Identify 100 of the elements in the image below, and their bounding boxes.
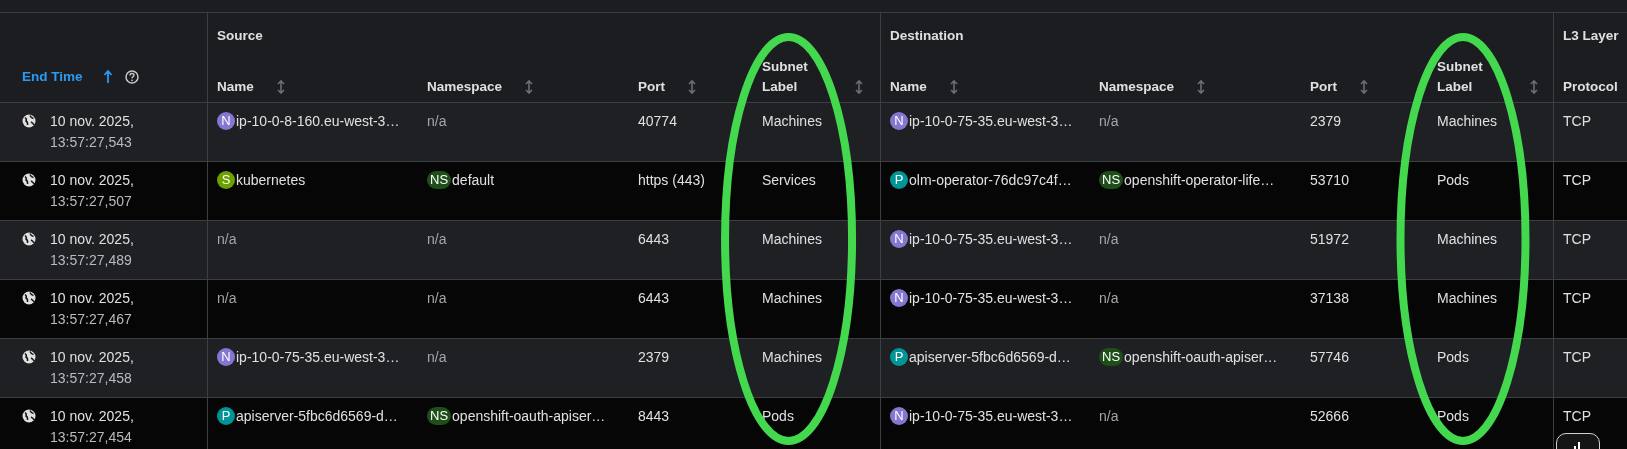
resource-link[interactable]: ip-10-0-8-160.eu-west-3… <box>236 111 400 132</box>
table-cell-text: n/a <box>427 289 447 308</box>
date-text: 10 nov. 2025, <box>50 348 134 367</box>
table-cell-text: n/a <box>1099 407 1119 426</box>
time-text: 13:57:27,467 <box>50 310 133 329</box>
resource-badge: NS <box>427 407 452 425</box>
table-cell-text: Machines <box>1437 289 1497 308</box>
column-header[interactable]: Name <box>890 77 959 97</box>
time-text: 13:57:27,543 <box>50 133 133 152</box>
resource-badge: N <box>217 348 235 366</box>
date-text: 10 nov. 2025, <box>50 289 134 308</box>
group-header: L3 Layer <box>1563 27 1619 43</box>
date-text: 10 nov. 2025, <box>50 407 134 426</box>
table-cell-text: n/a <box>427 348 447 367</box>
table-cell-text: TCP <box>1563 348 1591 367</box>
resource-badge: S <box>217 171 235 189</box>
column-header[interactable]: Port <box>638 77 697 97</box>
time-text: 13:57:27,489 <box>50 251 133 270</box>
resource-link[interactable]: openshift-oauth-apiser… <box>1124 347 1278 368</box>
resource-badge: NS <box>1099 348 1124 366</box>
time-text: 13:57:27,507 <box>50 192 133 211</box>
table-cell-text: 6443 <box>638 289 670 308</box>
table-cell-text: n/a <box>217 230 237 249</box>
resource-link[interactable]: ip-10-0-75-35.eu-west-3… <box>236 347 400 368</box>
resource-link[interactable]: openshift-oauth-apiser… <box>452 406 606 427</box>
column-header[interactable]: Namespace <box>1099 77 1207 97</box>
resource-link[interactable]: openshift-operator-life… <box>1124 170 1275 191</box>
table-cell-text: 40774 <box>638 112 677 131</box>
table-cell-text: TCP <box>1563 112 1591 131</box>
group-header: Source <box>217 27 263 43</box>
globe-icon <box>22 114 36 128</box>
help-icon <box>124 70 139 84</box>
sort-icon <box>1359 79 1369 95</box>
column-header[interactable]: Subnet Label <box>762 57 864 97</box>
table-cell-text: n/a <box>1099 289 1119 308</box>
resource-badge: NS <box>1099 171 1124 189</box>
resource-link[interactable]: ip-10-0-75-35.eu-west-3… <box>909 406 1073 427</box>
column-header[interactable]: End Time <box>22 67 83 87</box>
table-cell-text: 57746 <box>1310 348 1349 367</box>
resource-link[interactable]: ip-10-0-75-35.eu-west-3… <box>909 111 1073 132</box>
date-text: 10 nov. 2025, <box>50 171 134 190</box>
table-cell-text: Machines <box>762 230 822 249</box>
resource-badge: N <box>217 112 235 130</box>
table-cell-text: n/a <box>1099 230 1119 249</box>
table-cell-text: 2379 <box>638 348 670 367</box>
resource-link[interactable]: ip-10-0-75-35.eu-west-3… <box>909 288 1073 309</box>
time-text: 13:57:27,458 <box>50 369 133 388</box>
group-header: Destination <box>890 27 964 43</box>
resource-badge: N <box>890 230 908 248</box>
table-cell-text: TCP <box>1563 230 1591 249</box>
sort-arrow-icon <box>102 69 113 85</box>
column-header[interactable]: Name <box>217 77 286 97</box>
table-cell-text: 8443 <box>638 407 670 426</box>
resource-badge: N <box>890 407 908 425</box>
column-header[interactable]: Subnet Label <box>1437 57 1539 97</box>
time-text: 13:57:27,454 <box>50 428 133 447</box>
globe-icon <box>22 232 36 246</box>
table-cell-text: Machines <box>1437 112 1497 131</box>
date-text: 10 nov. 2025, <box>50 230 134 249</box>
table-cell-text: Services <box>762 171 816 190</box>
column-header[interactable]: Port <box>1310 77 1369 97</box>
resource-link[interactable]: ip-10-0-75-35.eu-west-3… <box>909 229 1073 250</box>
table-cell-text: 52666 <box>1310 407 1349 426</box>
table-cell-text: 37138 <box>1310 289 1349 308</box>
sort-icon <box>275 79 286 95</box>
sort-icon <box>948 79 959 95</box>
resource-link[interactable]: kubernetes <box>236 170 306 191</box>
resource-badge: P <box>890 171 908 189</box>
sort-icon <box>687 79 697 95</box>
column-header[interactable]: Namespace <box>427 77 535 97</box>
table-cell-text: 2379 <box>1310 112 1342 131</box>
globe-icon <box>22 291 36 305</box>
sort-icon <box>1196 79 1207 95</box>
resource-link[interactable]: olm-operator-76dc97c4f… <box>909 170 1072 191</box>
table-cell-text: n/a <box>427 230 447 249</box>
sort-icon <box>854 79 864 95</box>
resource-link[interactable]: default <box>452 170 495 191</box>
table-cell-text: TCP <box>1563 171 1591 190</box>
resource-link[interactable]: apiserver-5fbc6d6569-d… <box>909 347 1071 368</box>
table-cell-text: Pods <box>1437 407 1469 426</box>
resource-badge: P <box>890 348 908 366</box>
resource-link[interactable]: apiserver-5fbc6d6569-d… <box>236 406 398 427</box>
table-cell-text: Machines <box>762 348 822 367</box>
globe-icon <box>22 173 36 187</box>
sort-icon <box>1529 79 1539 95</box>
table-cell-text: TCP <box>1563 289 1591 308</box>
column-header: Protocol <box>1563 78 1618 96</box>
globe-icon <box>22 409 36 423</box>
sort-icon <box>524 79 535 95</box>
table-cell-text: Pods <box>1437 348 1469 367</box>
table-cell-text: n/a <box>217 289 237 308</box>
table-cell-text: https (443) <box>638 171 705 190</box>
globe-icon <box>22 350 36 364</box>
table-cell-text: n/a <box>427 112 447 131</box>
table-cell-text: Pods <box>762 407 794 426</box>
table-cell-text: Pods <box>1437 171 1469 190</box>
table-cell-text: 53710 <box>1310 171 1349 190</box>
table-cell-text: Machines <box>762 112 822 131</box>
table-cell-text: TCP <box>1563 407 1591 426</box>
resource-badge: N <box>890 112 908 130</box>
